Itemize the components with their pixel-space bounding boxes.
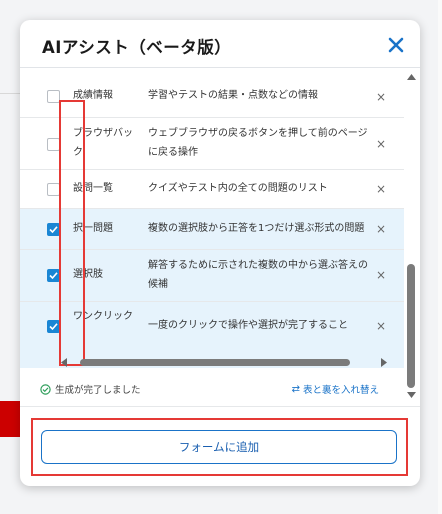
swap-front-back-link[interactable]: ⇄ 表と裏を入れ替え [291,382,379,397]
scroll-down-icon[interactable] [407,391,416,399]
ai-assist-dialog: AIアシスト（ベータ版） 成績情報 学習やテストの結果・点数などの情報 × ブラ… [20,20,420,486]
delete-row-button[interactable]: × [376,138,386,150]
horizontal-scroll-thumb[interactable] [80,359,350,366]
description-cell: 解答するために示された複数の中から選ぶ答えの候補 [148,260,368,290]
checkbox-column-highlight [59,100,85,366]
delete-row-button[interactable]: × [376,91,386,103]
dialog-title: AIアシスト（ベータ版） [42,38,232,57]
scroll-right-icon[interactable] [380,358,388,367]
background-divider [0,93,20,94]
background-red-bar [0,401,20,437]
checkmark-icon [49,323,58,331]
background-edge [438,0,442,514]
close-button[interactable] [386,35,406,55]
horizontal-scrollbar[interactable] [60,357,388,367]
success-check-icon [40,383,51,395]
add-to-form-button[interactable]: フォームに追加 [41,430,397,464]
status-text: 生成が完了しました [55,385,141,396]
swap-arrows-icon: ⇄ [291,383,300,395]
description-cell: 学習やテストの結果・点数などの情報 [148,90,318,101]
footer-divider [20,406,420,407]
close-icon [388,37,404,53]
description-cell: 複数の選択肢から正答を1つだけ選ぶ形式の問題 [148,223,365,234]
swap-link-label: 表と裏を入れ替え [302,385,379,396]
delete-row-button[interactable]: × [376,223,386,235]
delete-row-button[interactable]: × [376,269,386,281]
scroll-left-icon[interactable] [60,358,68,367]
status-message: 生成が完了しました [40,382,141,396]
delete-row-button[interactable]: × [376,320,386,332]
checkmark-icon [49,226,58,234]
checkmark-icon [49,272,58,280]
description-cell: 一度のクリックで操作や選択が完了すること [148,320,348,331]
scroll-up-icon[interactable] [407,73,416,81]
delete-row-button[interactable]: × [376,183,386,195]
vertical-scroll-thumb[interactable] [407,264,415,388]
vertical-scrollbar[interactable] [405,68,417,398]
description-cell: ウェブブラウザの戻るボタンを押して前のページに戻る操作 [148,128,368,158]
description-cell: クイズやテスト内の全ての問題のリスト [148,183,328,194]
